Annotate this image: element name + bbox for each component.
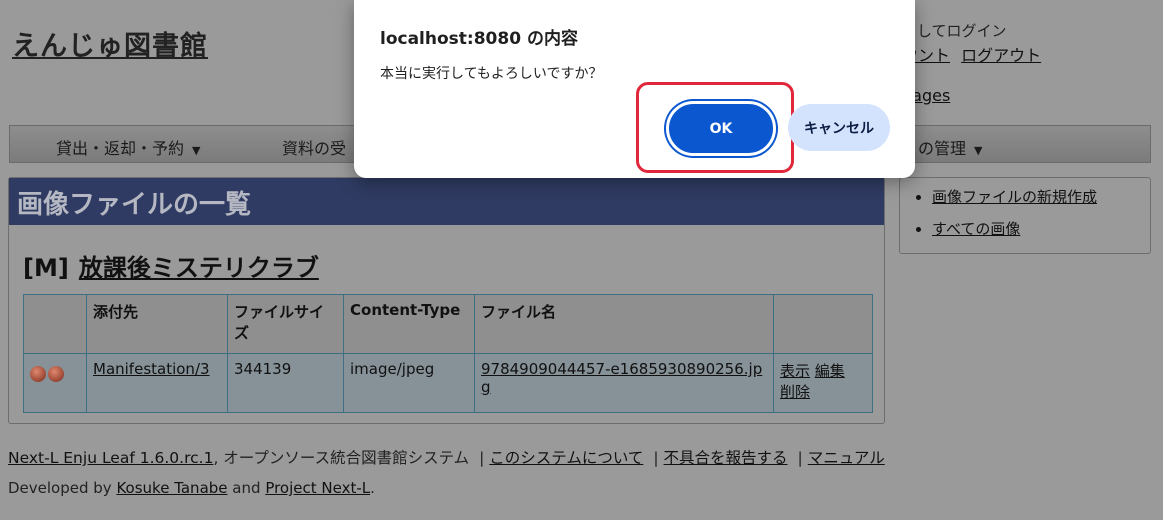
- report-bug-link[interactable]: 不具合を報告する: [664, 449, 788, 467]
- and-text: and: [232, 479, 261, 497]
- side-menu-list: 画像ファイルの新規作成 すべての画像: [900, 186, 1150, 239]
- list-item: すべての画像: [932, 218, 1150, 239]
- footer-line-2: Developed by Kosuke Tanabe and Project N…: [8, 479, 375, 497]
- dialog-title: localhost:8080 の内容: [380, 29, 578, 49]
- cancel-button[interactable]: キャンセル: [788, 104, 890, 151]
- picture-files-table: 添付先 ファイルサイズ Content-Type ファイル名 Manifesta…: [23, 294, 873, 413]
- footer-line-1: Next-L Enju Leaf 1.6.0.rc.1, オープンソース統合図書…: [8, 446, 885, 468]
- chevron-down-icon: ▼: [192, 144, 201, 157]
- column-header-thumb: [23, 294, 87, 354]
- attachable-link[interactable]: Manifestation/3: [93, 360, 210, 378]
- manifestation-code: [M]: [23, 254, 69, 282]
- about-link[interactable]: このシステムについて: [489, 449, 643, 467]
- product-description: , オープンソース統合図書館システム: [213, 449, 470, 467]
- account-links: ウント ログアウト: [902, 42, 1047, 66]
- column-header-content-type: Content-Type: [343, 294, 475, 354]
- thumbnail-dot: [48, 366, 64, 382]
- project-link[interactable]: Project Next-L: [265, 479, 370, 497]
- page-title: 画像ファイルの一覧: [9, 178, 884, 225]
- nav-item-circulation[interactable]: 貸出・返却・予約 ▼: [56, 135, 200, 159]
- author-link[interactable]: Kosuke Tanabe: [116, 479, 227, 497]
- nav-item-management[interactable]: の管理 ▼: [918, 135, 982, 159]
- nav-item-label: 貸出・返却・予約: [56, 139, 185, 158]
- show-link[interactable]: 表示: [780, 362, 810, 380]
- confirm-dialog: localhost:8080 の内容 本当に実行してもよろしいですか？ OK キ…: [354, 0, 915, 178]
- delete-link[interactable]: 削除: [780, 383, 810, 401]
- nav-item-label: の管理: [918, 139, 967, 158]
- table-header-row: 添付先 ファイルサイズ Content-Type ファイル名: [23, 294, 873, 354]
- list-item: 画像ファイルの新規作成: [932, 186, 1150, 207]
- developed-by-text: Developed by: [8, 479, 112, 497]
- ok-button[interactable]: OK: [666, 101, 776, 156]
- table-row: Manifestation/3 344139 image/jpeg 978490…: [23, 353, 873, 413]
- footer-separator: |: [479, 449, 485, 467]
- manual-link[interactable]: マニュアル: [808, 449, 885, 467]
- period-text: .: [370, 479, 375, 497]
- actions-cell: 表示 編集 削除: [773, 353, 873, 413]
- dialog-message: 本当に実行してもよろしいですか？: [380, 66, 603, 82]
- filesize-cell: 344139: [227, 353, 344, 413]
- site-title-link[interactable]: えんじゅ図書館: [12, 24, 208, 63]
- side-menu-panel: 画像ファイルの新規作成 すべての画像: [899, 177, 1151, 254]
- thumbnail-cell: [23, 353, 87, 413]
- column-header-actions: [773, 294, 873, 354]
- manifestation-title-link[interactable]: 放課後ミステリクラブ: [79, 254, 319, 282]
- nav-item-label: 資料の受: [282, 139, 347, 158]
- filename-link[interactable]: 9784909044457-e1685930890256.jpg: [481, 360, 762, 396]
- filename-cell: 9784909044457-e1685930890256.jpg: [474, 353, 774, 413]
- all-pictures-link[interactable]: すべての画像: [932, 220, 1020, 238]
- attachable-cell: Manifestation/3: [86, 353, 228, 413]
- column-header-attachable: 添付先: [86, 294, 228, 354]
- edit-link[interactable]: 編集: [815, 362, 845, 380]
- login-status-text: としてログイン: [902, 22, 1007, 40]
- main-content-panel: 画像ファイルの一覧 [M] 放課後ミステリクラブ 添付先 ファイルサイズ Cont…: [8, 177, 885, 424]
- logout-link[interactable]: ログアウト: [961, 46, 1041, 65]
- footer-separator: |: [653, 449, 659, 467]
- product-link[interactable]: Next-L Enju Leaf 1.6.0.rc.1: [8, 449, 213, 467]
- new-picture-file-link[interactable]: 画像ファイルの新規作成: [932, 188, 1097, 206]
- content-type-cell: image/jpeg: [343, 353, 475, 413]
- column-header-filename: ファイル名: [474, 294, 774, 354]
- nav-item-acquisition[interactable]: 資料の受: [282, 135, 346, 159]
- thumbnail-dot: [30, 366, 46, 382]
- chevron-down-icon: ▼: [974, 144, 983, 157]
- thumbnail-image: [30, 360, 80, 382]
- column-header-filesize: ファイルサイズ: [227, 294, 344, 354]
- manifestation-heading: [M] 放課後ミステリクラブ: [23, 248, 319, 283]
- footer-separator: |: [797, 449, 803, 467]
